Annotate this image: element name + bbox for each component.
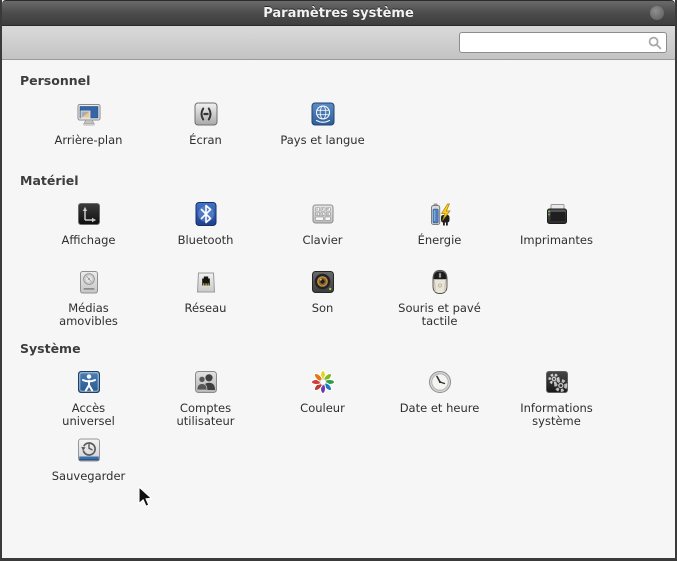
bluetooth-icon — [190, 198, 222, 230]
svg-text:Z: Z — [321, 207, 323, 211]
settings-item-couleur[interactable]: Couleur — [264, 366, 381, 428]
section-row: Accès universel Comptes utilisateur — [30, 366, 675, 428]
keyboard-icon: AZE QSD — [307, 198, 339, 230]
settings-item-son[interactable]: Son — [264, 266, 381, 328]
settings-item-clavier[interactable]: AZE QSD Clavier — [264, 198, 381, 260]
item-label: Informations système — [513, 402, 601, 428]
settings-item-sauvegarder[interactable]: Sauvegarder — [30, 434, 147, 496]
item-label: Sauvegarder — [52, 470, 126, 496]
title-bar[interactable]: Paramètres système — [2, 0, 675, 26]
date-time-icon — [424, 366, 456, 398]
settings-item-informations-systeme[interactable]: Informations système — [498, 366, 615, 428]
sound-icon — [307, 266, 339, 298]
user-accounts-icon — [190, 366, 222, 398]
background-icon — [73, 98, 105, 130]
item-label: Pays et langue — [280, 134, 364, 160]
item-label: Réseau — [185, 302, 227, 328]
item-label: Accès universel — [45, 402, 133, 428]
removable-media-icon — [73, 266, 105, 298]
window-title: Paramètres système — [263, 6, 414, 21]
settings-item-bluetooth[interactable]: Bluetooth — [147, 198, 264, 260]
item-label: Souris et pavé tactile — [396, 302, 484, 328]
item-label: Clavier — [302, 234, 342, 260]
color-icon — [307, 366, 339, 398]
power-icon — [424, 198, 456, 230]
item-label: Énergie — [418, 234, 462, 260]
mouse-pointer-icon — [138, 486, 154, 509]
item-label: Date et heure — [400, 402, 480, 428]
search-input[interactable] — [459, 32, 667, 53]
settings-item-souris-et-pave-tactile[interactable]: Souris et pavé tactile — [381, 266, 498, 328]
item-label: Son — [312, 302, 334, 328]
toolbar — [2, 26, 675, 60]
settings-item-reseau[interactable]: Réseau — [147, 266, 264, 328]
section-header-personnel: Personnel — [20, 73, 675, 88]
item-label: Arrière-plan — [55, 134, 123, 160]
item-label: Bluetooth — [178, 234, 234, 260]
settings-item-affichage[interactable]: Affichage — [30, 198, 147, 260]
system-settings-window: Paramètres système Personnel — [0, 0, 677, 561]
section-row: Médias amovibles Réseau — [30, 266, 675, 328]
mouse-touchpad-icon — [424, 266, 456, 298]
printer-icon — [541, 198, 573, 230]
backup-icon — [73, 434, 105, 466]
screen-brightness-icon — [190, 98, 222, 130]
section-header-systeme: Système — [20, 341, 675, 356]
section-header-materiel: Matériel — [20, 173, 675, 188]
item-label: Affichage — [61, 234, 115, 260]
settings-item-pays-et-langue[interactable]: Pays et langue — [264, 98, 381, 160]
svg-text:A: A — [316, 207, 318, 211]
svg-text:Q: Q — [316, 212, 318, 216]
item-label: Comptes utilisateur — [162, 402, 250, 428]
settings-panel: Personnel Arrière-plan — [2, 73, 675, 496]
section-row: Sauvegarder — [30, 434, 675, 496]
settings-item-energie[interactable]: Énergie — [381, 198, 498, 260]
item-label: Médias amovibles — [45, 302, 133, 328]
network-icon — [190, 266, 222, 298]
settings-item-ecran[interactable]: Écran — [147, 98, 264, 160]
item-label: Écran — [189, 134, 222, 160]
section-row: Affichage Bluetooth — [30, 198, 675, 260]
section-row: Arrière-plan Écran — [30, 98, 675, 160]
region-language-icon — [307, 98, 339, 130]
settings-item-acces-universel[interactable]: Accès universel — [30, 366, 147, 428]
system-info-icon — [541, 366, 573, 398]
display-icon — [73, 198, 105, 230]
settings-item-arriere-plan[interactable]: Arrière-plan — [30, 98, 147, 160]
universal-access-icon — [73, 366, 105, 398]
settings-item-date-et-heure[interactable]: Date et heure — [381, 366, 498, 428]
settings-item-medias-amovibles[interactable]: Médias amovibles — [30, 266, 147, 328]
item-label: Imprimantes — [520, 234, 593, 260]
settings-item-imprimantes[interactable]: Imprimantes — [498, 198, 615, 260]
item-label: Couleur — [300, 402, 345, 428]
svg-text:D: D — [327, 212, 329, 216]
settings-item-comptes-utilisateur[interactable]: Comptes utilisateur — [147, 366, 264, 428]
close-icon[interactable] — [650, 6, 664, 20]
